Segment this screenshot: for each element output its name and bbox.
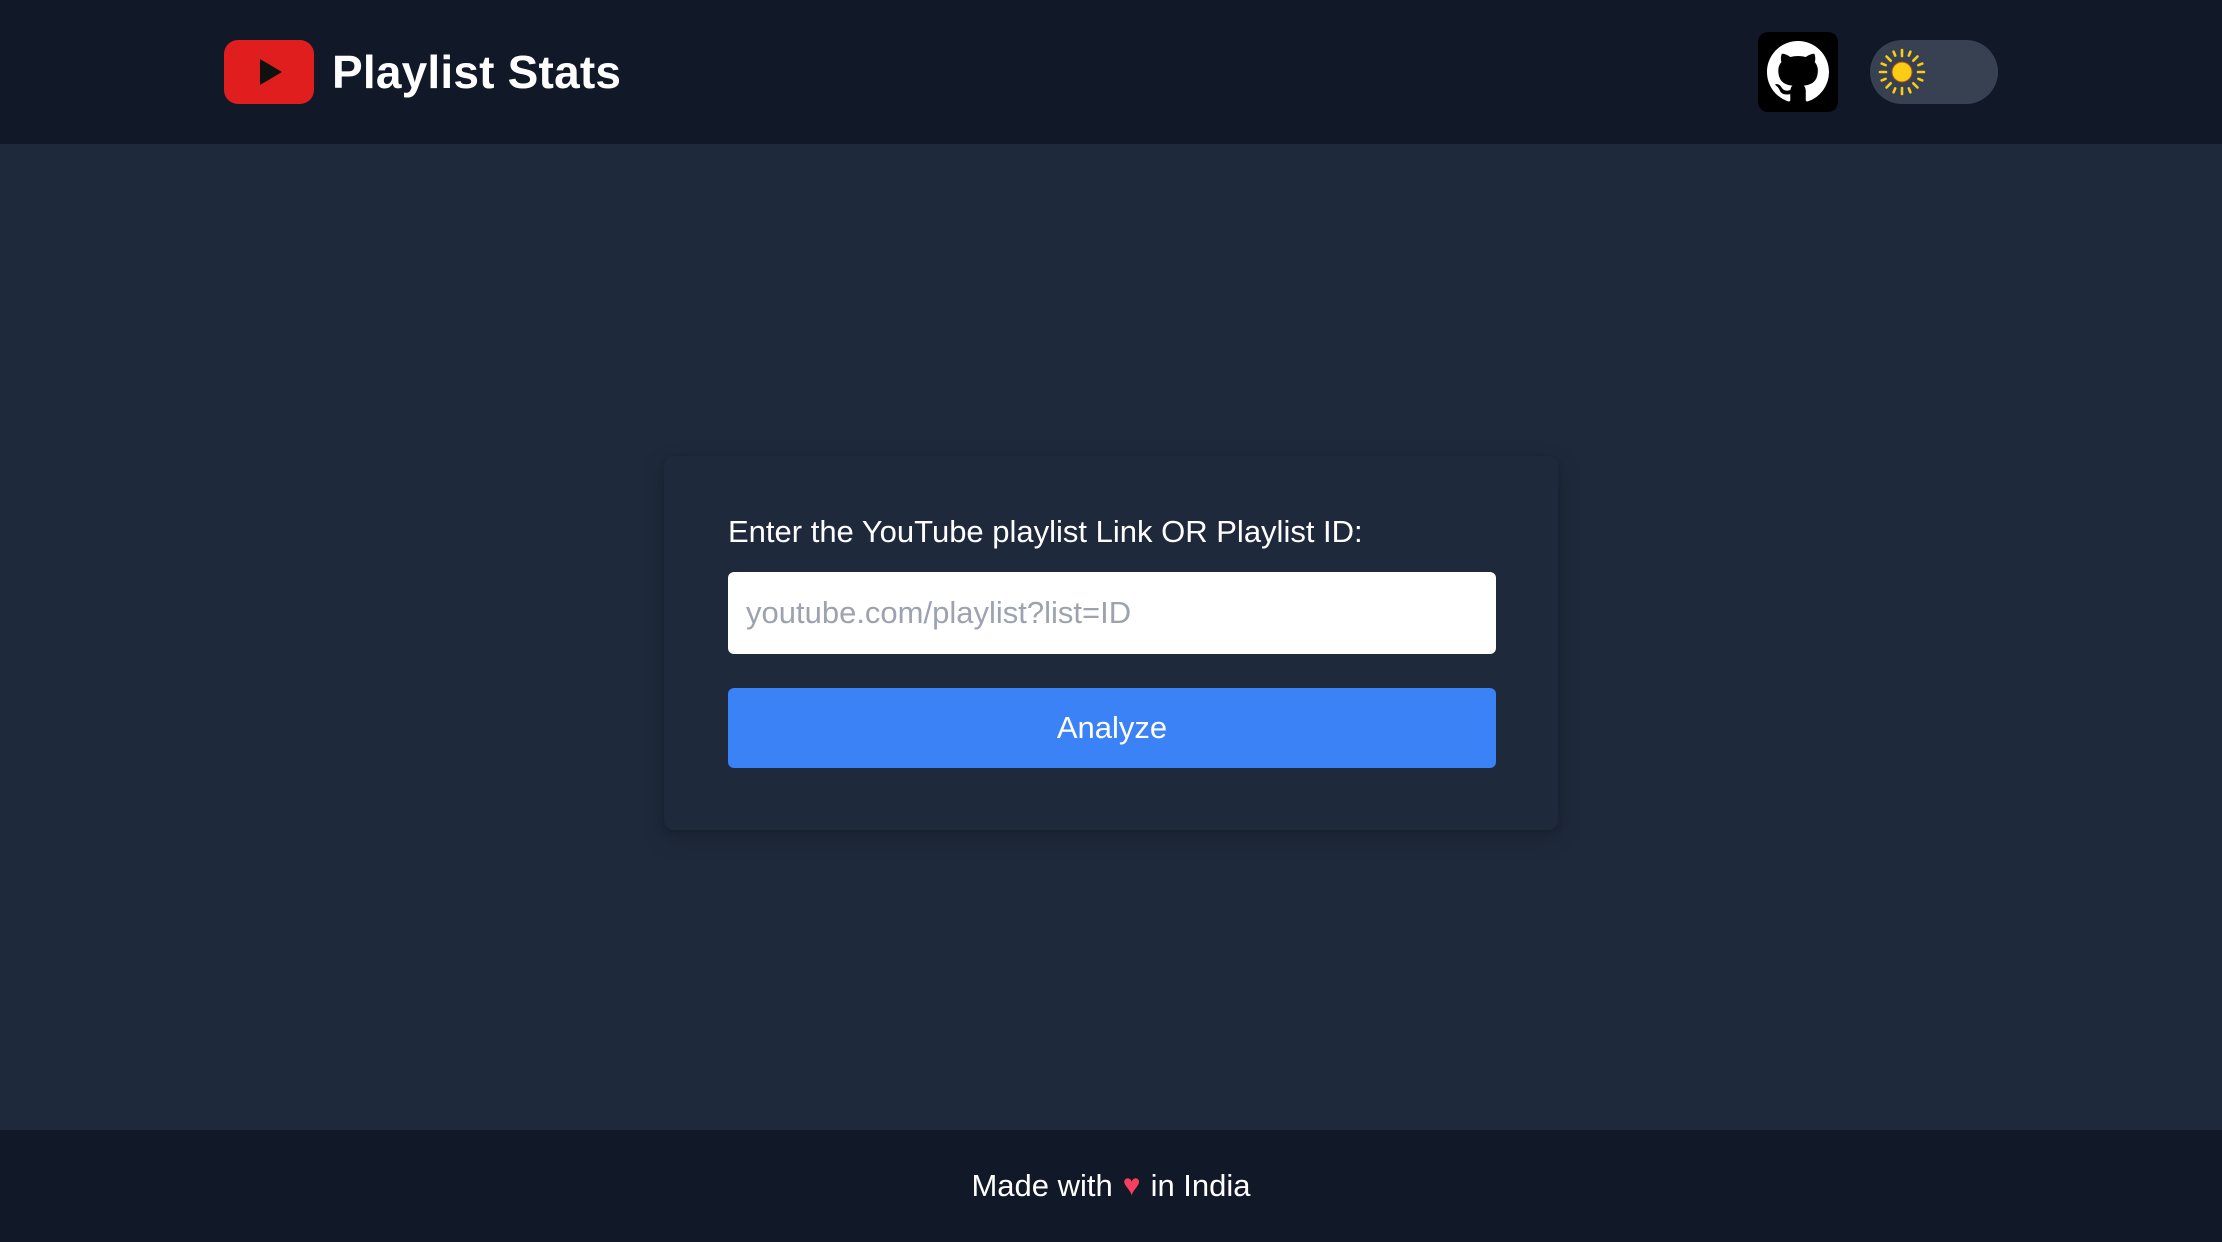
- playlist-form-card: Enter the YouTube playlist Link OR Playl…: [664, 456, 1558, 830]
- github-icon: [1767, 41, 1829, 103]
- youtube-logo-icon: [224, 40, 314, 104]
- sun-icon: [1876, 46, 1928, 98]
- analyze-button[interactable]: Analyze: [728, 688, 1496, 768]
- brand-home-link[interactable]: Playlist Stats: [224, 40, 621, 104]
- footer-prefix-text: Made with: [971, 1168, 1113, 1203]
- footer-suffix-text: in India: [1150, 1168, 1251, 1203]
- theme-toggle-switch[interactable]: [1870, 40, 1998, 104]
- app-title: Playlist Stats: [332, 46, 622, 98]
- top-navbar: Playlist Stats: [0, 0, 2222, 144]
- github-link-button[interactable]: [1758, 32, 1838, 112]
- playlist-input-label: Enter the YouTube playlist Link OR Playl…: [728, 514, 1363, 549]
- page-footer: Made with ♥ in India: [0, 1130, 2222, 1242]
- app-root: Playlist Stats Enter the YouTube playlis…: [0, 0, 2222, 1242]
- playlist-url-input[interactable]: [728, 572, 1496, 654]
- heart-icon: ♥: [1122, 1169, 1141, 1202]
